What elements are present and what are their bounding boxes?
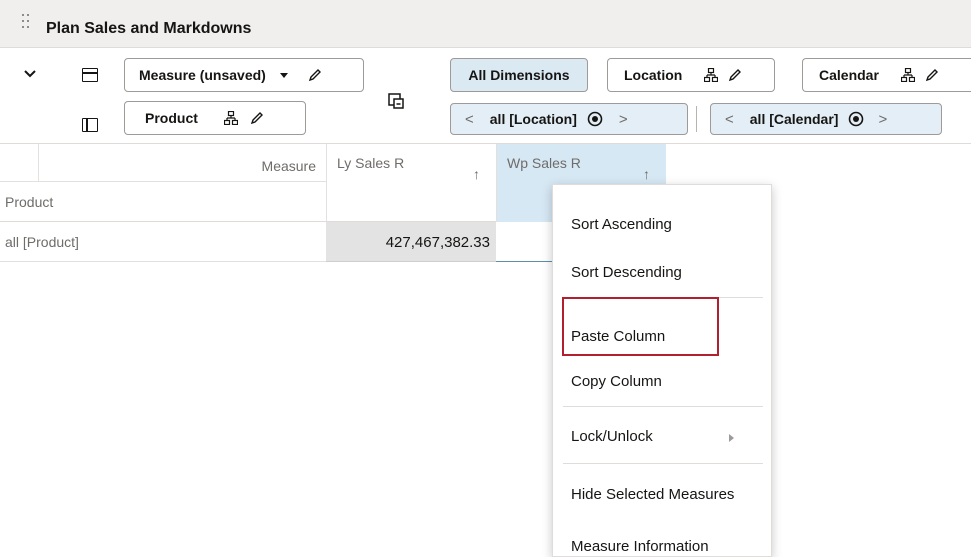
location-navigator: < all [Location] > [450, 103, 688, 135]
measure-dimension-chip[interactable]: Measure (unsaved) [124, 58, 364, 92]
menu-item-sort-descending[interactable]: Sort Descending [571, 264, 682, 281]
menu-item-hide-selected-measures[interactable]: Hide Selected Measures [571, 486, 734, 503]
hierarchy-icon[interactable] [900, 68, 915, 82]
calendar-chip-label: Calendar [819, 67, 879, 83]
previous-calendar-arrow[interactable]: < [725, 111, 734, 128]
measure-axis-label: Measure [0, 144, 326, 182]
dropdown-caret-icon[interactable] [279, 72, 288, 78]
target-icon[interactable] [587, 111, 603, 127]
menu-item-sort-ascending[interactable]: Sort Ascending [571, 216, 672, 233]
sort-arrow-icon[interactable]: ↑ [643, 166, 650, 182]
column-header-label: Ly Sales R [337, 155, 405, 171]
next-location-arrow[interactable]: > [619, 111, 628, 128]
measure-chip-label: Measure (unsaved) [139, 67, 266, 83]
swap-layout-icon[interactable] [388, 93, 404, 109]
row-header-all-product[interactable]: all [Product] [0, 222, 326, 262]
sort-arrow-icon[interactable]: ↑ [473, 166, 480, 182]
panel-header: Plan Sales and Markdowns [0, 0, 971, 48]
context-menu: Sort Ascending Sort Descending Paste Col… [552, 184, 772, 557]
location-chip-label: Location [624, 67, 683, 83]
drag-handle-icon[interactable] [22, 14, 32, 32]
location-value: all [Location] [489, 111, 577, 127]
location-dimension-chip[interactable]: Location [607, 58, 775, 92]
data-cell[interactable] [496, 222, 556, 262]
all-dimensions-chip[interactable]: All Dimensions [450, 58, 588, 92]
menu-item-measure-information[interactable]: Measure Information [571, 538, 709, 555]
menu-item-copy-column[interactable]: Copy Column [571, 373, 662, 390]
hierarchy-icon[interactable] [223, 111, 238, 125]
callout-highlight-box [562, 297, 719, 356]
menu-separator [563, 463, 763, 464]
submenu-caret-icon [729, 434, 734, 442]
all-dimensions-label: All Dimensions [468, 67, 570, 83]
target-icon[interactable] [848, 111, 864, 127]
previous-location-arrow[interactable]: < [465, 111, 474, 128]
column-header-label: Wp Sales R [507, 155, 581, 171]
data-cell[interactable]: 427,467,382.33 [326, 222, 496, 262]
rows-layout-icon [82, 68, 98, 82]
calendar-value: all [Calendar] [749, 111, 839, 127]
columns-layout-icon [82, 118, 98, 132]
next-calendar-arrow[interactable]: > [878, 111, 887, 128]
column-header-ly-sales[interactable]: Ly Sales R ↑ [326, 144, 496, 222]
edit-pencil-icon[interactable] [250, 111, 264, 125]
product-dimension-chip[interactable]: Product [124, 101, 306, 135]
panel-title: Plan Sales and Markdowns [46, 20, 252, 37]
calendar-navigator: < all [Calendar] > [710, 103, 942, 135]
data-grid: Measure Product Ly Sales R ↑ Wp Sales R … [0, 144, 971, 557]
menu-separator [563, 406, 763, 407]
edit-pencil-icon[interactable] [925, 68, 939, 82]
hierarchy-icon[interactable] [704, 68, 719, 82]
edit-pencil-icon[interactable] [308, 68, 322, 82]
calendar-dimension-chip[interactable]: Calendar [802, 58, 971, 92]
toolbar-divider [696, 106, 697, 132]
menu-item-lock-unlock[interactable]: Lock/Unlock [571, 428, 653, 445]
edit-pencil-icon[interactable] [728, 68, 742, 82]
product-row-header: Product [0, 182, 326, 222]
product-chip-label: Product [145, 110, 198, 126]
chevron-down-icon[interactable] [23, 67, 37, 81]
